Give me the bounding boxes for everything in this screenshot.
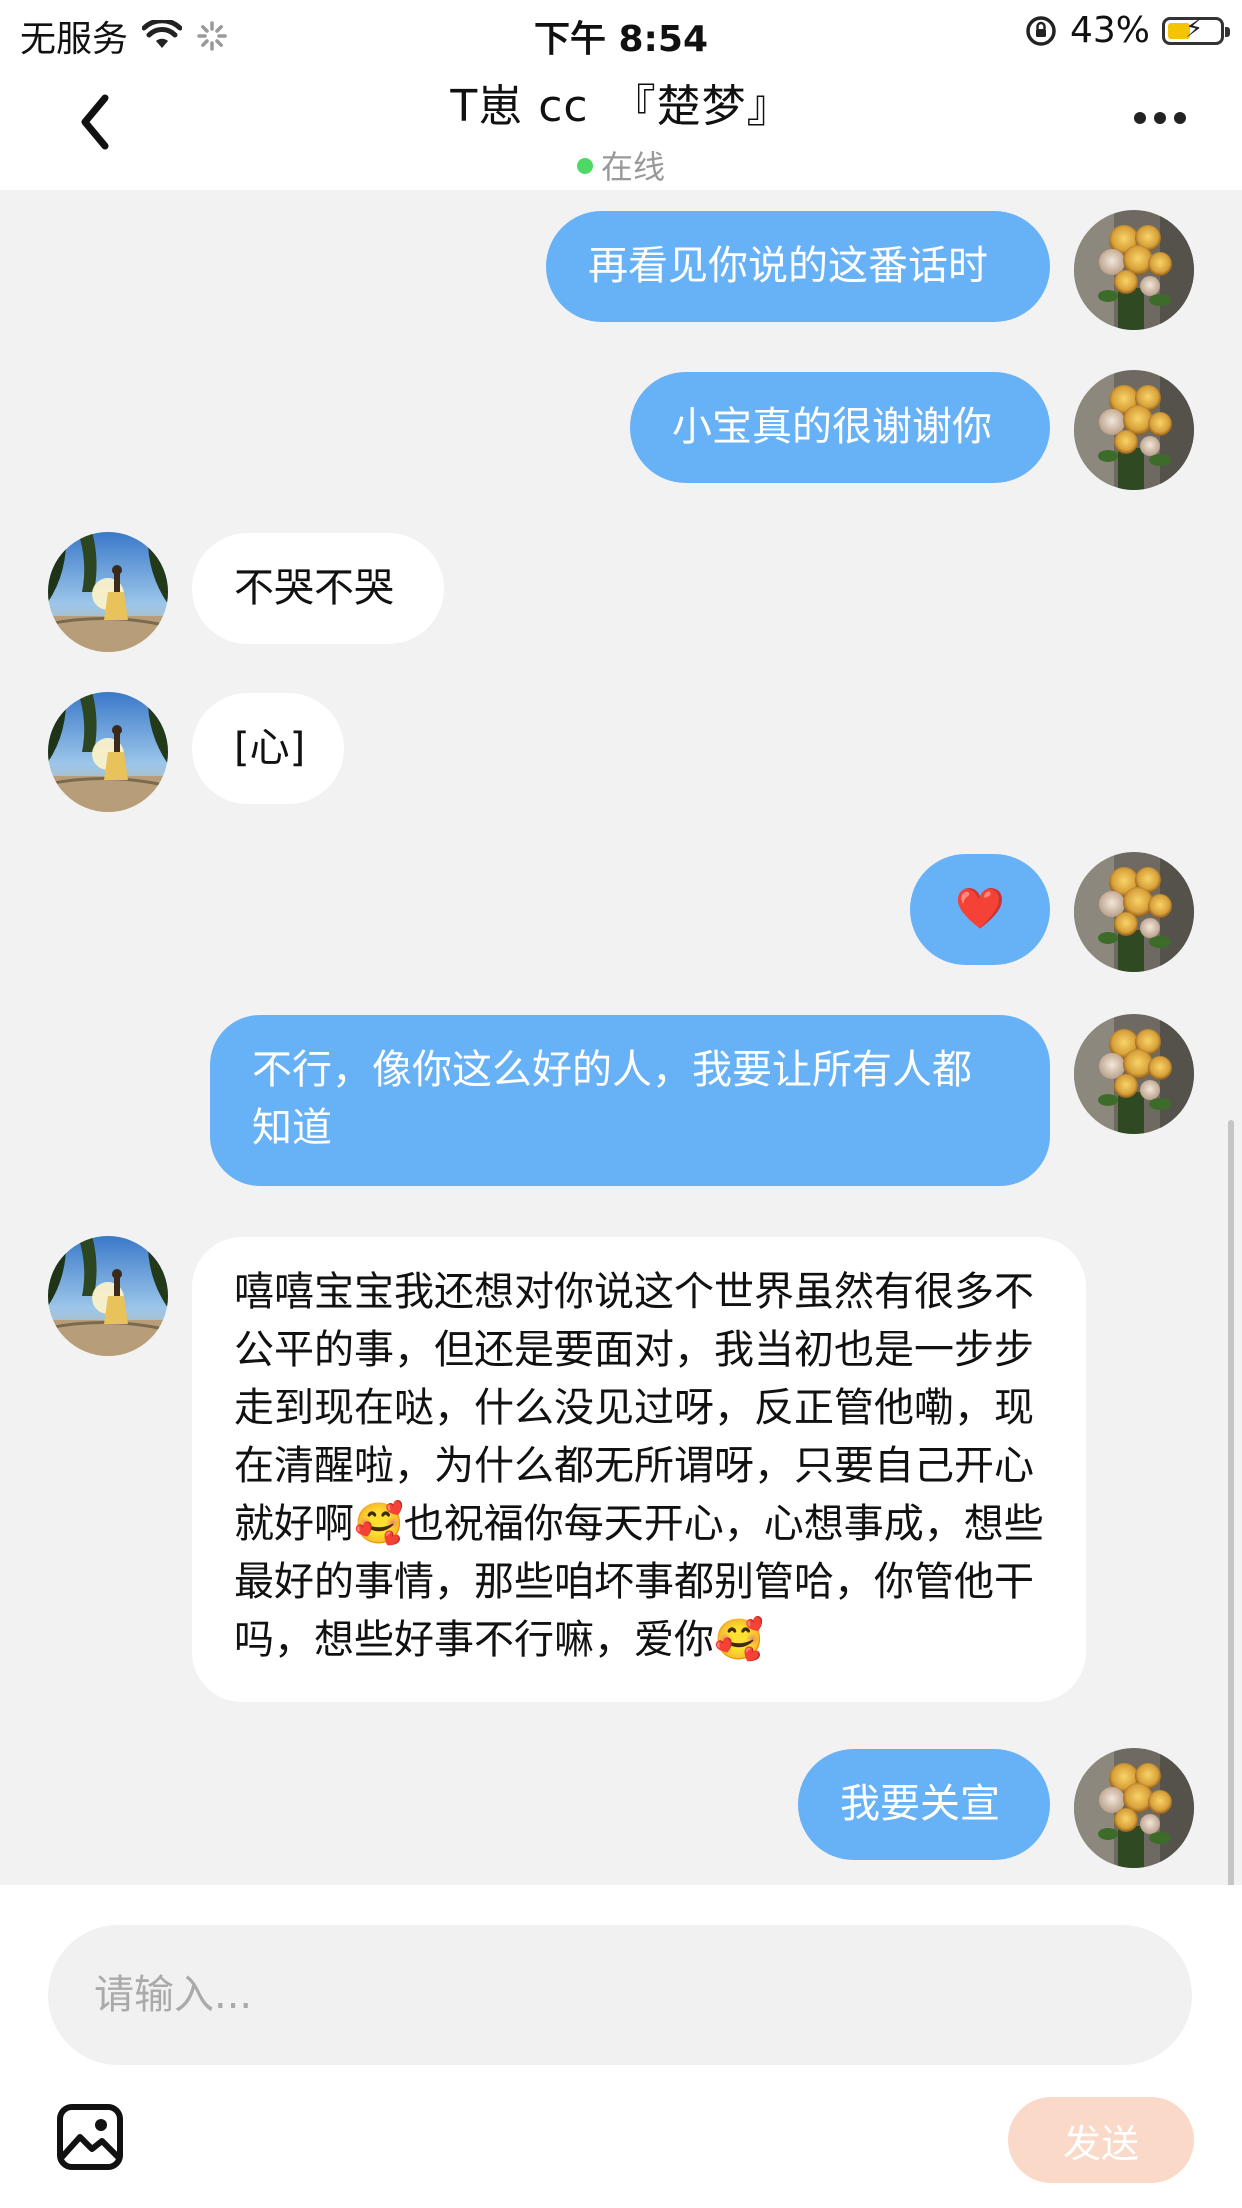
more-dots-icon: [1134, 112, 1146, 124]
outgoing-message-bubble[interactable]: ❤️: [910, 854, 1050, 965]
my-avatar[interactable]: [1074, 210, 1194, 330]
status-bar: 无服务 下午 8:54 43% ⚡: [0, 0, 1242, 62]
outgoing-message-bubble[interactable]: 小宝真的很谢谢你: [630, 372, 1050, 483]
status-right: 43% ⚡: [1024, 10, 1230, 51]
friend-avatar[interactable]: [48, 692, 168, 812]
outgoing-message-bubble[interactable]: 不行，像你这么好的人，我要让所有人都知道: [210, 1015, 1050, 1186]
message-input[interactable]: [48, 1925, 1192, 2065]
battery-icon: ⚡: [1162, 13, 1230, 45]
friend-avatar[interactable]: [48, 1236, 168, 1356]
charging-bolt-icon: ⚡: [1185, 13, 1204, 44]
send-button[interactable]: 发送: [1008, 2097, 1194, 2183]
chat-title: T崽 cc 『楚梦』: [450, 81, 792, 132]
image-icon: [57, 2104, 123, 2170]
message-composer: 发送: [0, 1885, 1242, 2208]
online-status-label: 在线: [600, 148, 665, 186]
my-avatar[interactable]: [1074, 1014, 1194, 1134]
my-avatar[interactable]: [1074, 1748, 1194, 1868]
friend-avatar[interactable]: [48, 532, 168, 652]
my-avatar[interactable]: [1074, 852, 1194, 972]
online-status: 在线: [0, 142, 1242, 188]
more-button[interactable]: [1134, 112, 1186, 124]
more-dot: [1174, 112, 1186, 124]
more-dot: [1154, 112, 1166, 124]
outgoing-message-bubble[interactable]: 我要关宣: [798, 1749, 1050, 1860]
incoming-message-bubble[interactable]: 不哭不哭: [192, 533, 444, 644]
outgoing-message-bubble[interactable]: 再看见你说的这番话时: [546, 211, 1050, 322]
incoming-message-bubble[interactable]: 嘻嘻宝宝我还想对你说这个世界虽然有很多不公平的事，但还是要面对，我当初也是一步步…: [192, 1237, 1086, 1702]
orientation-lock-icon: [1026, 15, 1056, 46]
chat-header: T崽 cc 『楚梦』 在线: [0, 62, 1242, 190]
image-picker-button[interactable]: [56, 2103, 124, 2171]
battery-percent: 43%: [1069, 10, 1150, 51]
chat-message-list[interactable]: 再看见你说的这番话时 小宝真的很谢谢你 不哭不哭 [心] ❤️ 不行，像你这么好…: [0, 190, 1242, 2070]
my-avatar[interactable]: [1074, 370, 1194, 490]
online-dot-icon: [576, 158, 593, 174]
incoming-message-bubble[interactable]: [心]: [192, 693, 344, 804]
